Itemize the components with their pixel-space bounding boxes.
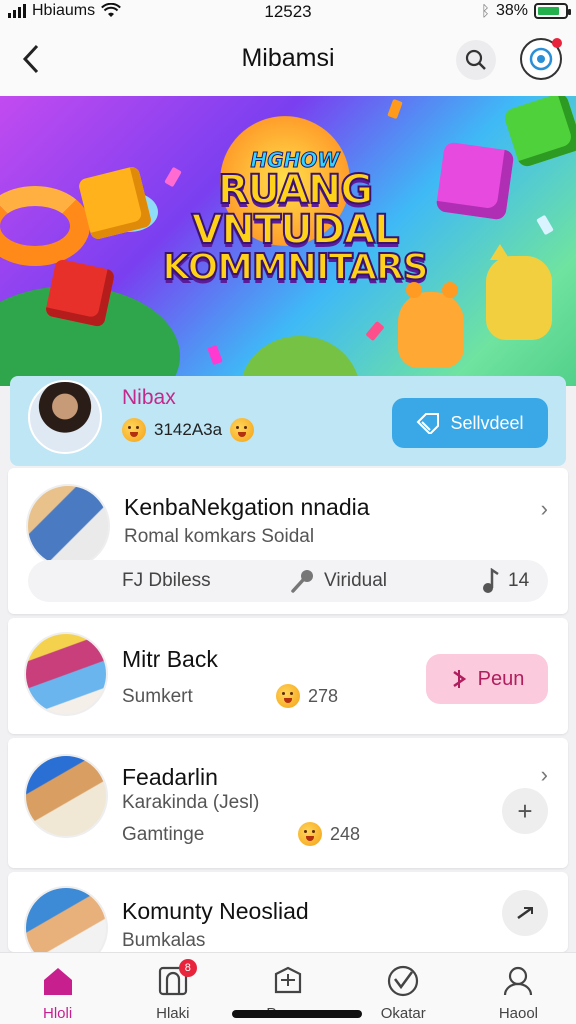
arrow-icon [517,906,533,920]
microphone-icon [291,570,313,593]
banner-title: HGHOW RUANG VNTUDAL KOMMNITARS [150,150,440,288]
search-button[interactable] [456,40,496,80]
box-icon [270,963,306,999]
emoji-icon [276,684,300,708]
join-button-label: Peun [477,667,525,690]
community-stats: FJ Dbiless Viridual 14 [28,560,548,602]
community-subtitle: Sumkert [122,686,193,707]
app-header: Mibamsi [0,24,576,96]
decor-cube-green [502,96,576,169]
stat-members: FJ Dbiless [122,570,211,591]
user-avatar[interactable] [28,380,102,454]
music-note-icon [483,568,499,593]
profile-settings-button[interactable] [520,38,562,80]
community-avatar [24,632,108,716]
join-button[interactable]: Peun [426,654,548,704]
tab-home[interactable]: Hloli [0,953,115,1024]
tab-label: Haool [498,1005,539,1022]
community-name: KenbaNekgation nnadia [124,494,370,520]
user-name: Nibax [122,386,176,409]
confetti [536,214,554,236]
tab-label: Hlaki [156,1005,190,1022]
user-meta: 3142A3a [122,418,255,442]
add-button[interactable]: + [502,788,548,834]
profile-icon [500,963,536,999]
home-icon [40,963,76,999]
community-category: Gamtinge [122,824,205,845]
tag-icon [417,413,440,434]
decor-ring [0,186,90,266]
stat-music-count: 14 [508,570,530,591]
notification-dot [552,38,562,48]
stat-music: 14 [482,568,529,594]
emoji-icon [298,822,322,846]
tab-inbox[interactable]: 8 Hlaki [115,953,230,1024]
inbox-icon: 8 [155,959,197,999]
status-bar: Hbiaums 12523 ᛒ 38% [0,0,576,24]
community-subtitle: Bumkalas [122,930,206,951]
decor-cube-red [44,258,116,328]
current-user-card: Nibax 3142A3a Sellvdeel [10,376,566,466]
select-button-label: Sellvdeel [450,412,524,433]
community-name: Feadarlin [122,764,218,790]
user-meta-value: 3142A3a [154,420,223,439]
community-card[interactable]: KenbaNekgation nnadia Romal komkars Soid… [8,468,568,614]
emoji-icon [230,418,255,442]
community-avatar [24,754,108,838]
action-button[interactable] [502,890,548,936]
community-avatar [24,886,108,952]
community-count: 248 [298,822,360,846]
community-avatar [26,484,110,568]
target-icon [529,47,553,71]
tab-profile[interactable]: Haool [461,953,576,1024]
decor-cube-pink [435,141,515,221]
stat-voice-label: Viridual [324,570,388,591]
community-count: 278 [276,684,338,708]
tab-check[interactable]: Okatar [346,953,461,1024]
cat-mascot [486,244,552,340]
confetti [365,320,385,342]
community-name: Komunty Neosliad [122,898,309,924]
bottom-tab-bar: Hloli 8 Hlaki Pnonn Okatar Haool [0,952,576,1024]
search-icon [465,49,486,70]
status-right: ᛒ 38% [480,2,571,20]
emoji-icon [122,418,146,442]
confetti [387,98,403,120]
community-card[interactable]: Mitr Back Sumkert 278 Peun [8,618,568,734]
banner-line-2: VNTUDAL [191,207,401,253]
chevron-right-icon[interactable]: › [541,496,548,522]
community-subtitle: Karakinda (Jesl) [122,792,260,813]
battery-percent: 38% [495,2,528,19]
community-name: Mitr Back [122,646,218,672]
tab-label: Okatar [380,1005,426,1022]
pin-icon [452,670,466,688]
community-card[interactable]: Feadarlin Karakinda (Jesl) Gamtinge 248 … [8,738,568,868]
community-card[interactable]: Komunty Neosliad Bumkalas [8,872,568,952]
banner-line-1: RUANG [217,167,374,213]
hero-banner[interactable]: HGHOW RUANG VNTUDAL KOMMNITARS [0,96,576,386]
stat-voice[interactable]: Viridual [290,568,387,594]
community-count-value: 278 [308,685,339,706]
tab-label: Hloli [43,1005,73,1022]
home-indicator[interactable] [232,1010,362,1018]
community-count-value: 248 [330,823,361,844]
confetti [207,344,223,366]
bluetooth-icon: ᛒ [480,2,490,20]
community-subtitle: Romal komkars Soidal [124,526,315,547]
banner-line-3: KOMMNITARS [161,247,429,288]
bear-mascot [398,282,464,368]
tab-badge: 8 [178,959,197,977]
chevron-right-icon[interactable]: › [541,762,548,788]
check-icon [385,963,421,999]
plus-icon: + [517,795,533,826]
battery-icon [534,3,571,19]
select-button[interactable]: Sellvdeel [392,398,548,448]
